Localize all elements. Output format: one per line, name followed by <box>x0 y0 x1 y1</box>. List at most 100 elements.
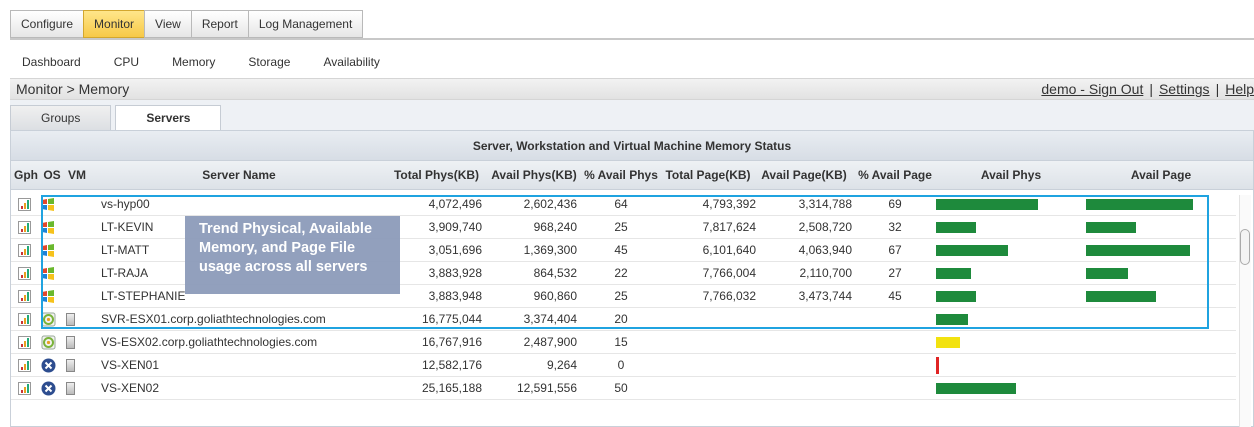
column-header-gph[interactable]: Gph <box>14 161 38 190</box>
tab-groups[interactable]: Groups <box>10 105 112 130</box>
graph-icon[interactable] <box>18 221 31 234</box>
table-row[interactable]: VS-XEN02 25,165,188 12,591,556 50 <box>11 377 1236 400</box>
total-phys-value: 3,051,696 <box>428 243 482 257</box>
avail-phys-bar <box>936 357 939 374</box>
avail-phys-value: 12,591,556 <box>516 381 577 395</box>
avail-page-bar <box>1086 245 1190 256</box>
tab-report[interactable]: Report <box>190 10 248 38</box>
column-header--avail-phys[interactable]: % Avail Phys <box>582 161 660 190</box>
column-header-vm[interactable]: VM <box>65 161 89 190</box>
avail-page-value: 2,508,720 <box>798 220 852 234</box>
table-row[interactable]: VS-XEN01 12,582,176 9,264 0 <box>11 354 1236 377</box>
top-tabs: Configure Monitor View Report Log Management <box>10 10 364 38</box>
avail-phys-value: 864,532 <box>533 266 577 280</box>
column-header-avail-phys[interactable]: Avail Phys <box>936 161 1086 190</box>
column-header-avail-page-kb[interactable]: Avail Page(KB) <box>756 161 852 190</box>
avail-phys-value: 9,264 <box>546 358 577 372</box>
total-page-value <box>659 308 756 331</box>
total-page-value: 4,793,392 <box>702 197 756 211</box>
pct-avail-page-value <box>854 377 936 400</box>
grid-header: Gph OS VM Server Name Total Phys(KB) Avail Ph… <box>11 161 1253 190</box>
table-row[interactable]: SVR-ESX01.corp.goliathtechnologies.com 16… <box>11 308 1236 331</box>
avail-phys-value: 960,860 <box>533 289 577 303</box>
total-phys-value: 12,582,176 <box>421 358 482 372</box>
server-name: SVR-ESX01.corp.goliathtechnologies.com <box>101 312 326 326</box>
tab-monitor[interactable]: Monitor <box>83 10 145 38</box>
subnav-memory[interactable]: Memory <box>172 55 215 69</box>
avail-page-value <box>756 331 852 354</box>
avail-phys-bar <box>936 337 960 348</box>
graph-icon[interactable] <box>18 359 31 372</box>
breadcrumb: Monitor > Memory <box>16 81 130 97</box>
total-page-value: 7,766,004 <box>702 266 756 280</box>
avail-page-value <box>756 308 852 331</box>
avail-page-value: 2,110,700 <box>799 266 853 280</box>
total-phys-value: 4,072,496 <box>428 197 482 211</box>
total-phys-value: 16,767,916 <box>421 335 482 349</box>
avail-phys-bar <box>936 199 1038 210</box>
total-phys-value: 3,909,740 <box>428 220 482 234</box>
graph-icon[interactable] <box>18 198 31 211</box>
column-header-server-name[interactable]: Server Name <box>91 161 387 190</box>
breadcrumb-bar: Monitor > Memory demo - Sign Out | Setting… <box>10 78 1254 100</box>
avail-page-bar <box>1086 199 1193 210</box>
table-row[interactable]: vs-hyp00 4,072,496 2,602,436 64 4,793,392 3,3… <box>11 193 1236 216</box>
column-header-total-phys-kb[interactable]: Total Phys(KB) <box>387 161 486 190</box>
table-row[interactable]: VS-ESX02.corp.goliathtechnologies.com 16,… <box>11 331 1236 354</box>
tab-configure[interactable]: Configure <box>10 10 84 38</box>
avail-page-value: 3,473,744 <box>798 289 852 303</box>
avail-phys-value: 3,374,404 <box>523 312 577 326</box>
avail-phys-bar <box>936 222 976 233</box>
graph-icon[interactable] <box>18 313 31 326</box>
tab-view[interactable]: View <box>144 10 191 38</box>
avail-page-value <box>756 354 852 377</box>
xen-icon <box>41 381 56 396</box>
avail-page-bar <box>1086 222 1136 233</box>
avail-phys-value: 1,369,300 <box>523 243 577 257</box>
column-header-os[interactable]: OS <box>39 161 65 190</box>
subnav-dashboard[interactable]: Dashboard <box>22 55 81 69</box>
graph-icon[interactable] <box>18 336 31 349</box>
pct-avail-page-value: 45 <box>888 289 902 303</box>
graph-icon[interactable] <box>18 244 31 257</box>
pct-avail-page-value: 27 <box>888 266 902 280</box>
avail-phys-bar <box>936 245 1008 256</box>
avail-phys-value: 968,240 <box>533 220 577 234</box>
tab-log-management[interactable]: Log Management <box>247 10 364 38</box>
subnav-availability[interactable]: Availability <box>323 55 379 69</box>
total-phys-value: 25,165,188 <box>421 381 482 395</box>
column-header-avail-phys-kb[interactable]: Avail Phys(KB) <box>486 161 582 190</box>
top-navigation: Configure Monitor View Report Log Management <box>0 0 1254 40</box>
pct-avail-phys-value: 0 <box>617 358 625 372</box>
tab-divider <box>10 38 1254 40</box>
windows-icon <box>41 289 56 304</box>
scrollbar-thumb[interactable] <box>1240 229 1250 265</box>
avail-phys-value: 2,487,900 <box>523 335 577 349</box>
total-phys-value: 3,883,948 <box>428 289 482 303</box>
tab-servers[interactable]: Servers <box>115 105 222 130</box>
help-link[interactable]: Help <box>1225 81 1254 97</box>
user-links: demo - Sign Out | Settings | Help <box>1041 81 1254 97</box>
server-name: VS-ESX02.corp.goliathtechnologies.com <box>101 335 318 349</box>
pct-avail-phys-value: 20 <box>614 312 628 326</box>
avail-page-value: 4,063,940 <box>798 243 852 257</box>
pct-avail-phys-value: 25 <box>614 289 628 303</box>
pct-avail-phys-value: 15 <box>614 335 628 349</box>
graph-icon[interactable] <box>18 382 31 395</box>
server-icon <box>66 359 75 372</box>
column-header-avail-page[interactable]: Avail Page <box>1086 161 1236 190</box>
settings-link[interactable]: Settings <box>1159 81 1210 97</box>
subnav-storage[interactable]: Storage <box>248 55 290 69</box>
graph-icon[interactable] <box>18 290 31 303</box>
avail-phys-bar <box>936 383 1016 394</box>
vmware-icon <box>41 335 56 350</box>
callout-annotation: Trend Physical, Available Memory, and Pa… <box>185 216 400 294</box>
graph-icon[interactable] <box>18 267 31 280</box>
pct-avail-page-value: 67 <box>888 243 902 257</box>
pct-avail-page-value: 32 <box>888 220 902 234</box>
subnav-cpu[interactable]: CPU <box>114 55 139 69</box>
avail-phys-bar <box>936 268 971 279</box>
sign-out-link[interactable]: demo - Sign Out <box>1041 81 1143 97</box>
column-header-total-page-kb[interactable]: Total Page(KB) <box>660 161 756 190</box>
column-header--avail-page[interactable]: % Avail Page <box>851 161 939 190</box>
